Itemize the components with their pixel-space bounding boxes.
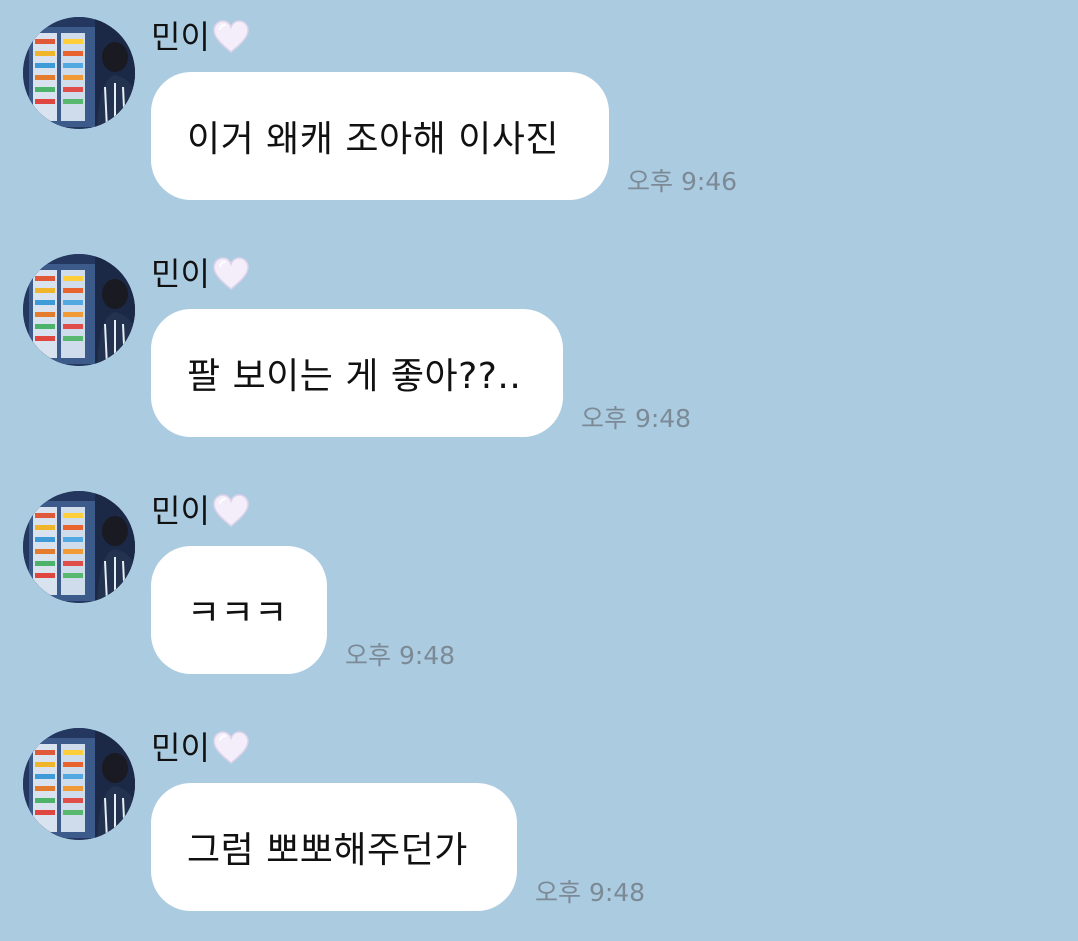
message-text: 이거 왜캐 조아해 이사진	[187, 119, 560, 160]
white-heart-icon	[212, 493, 250, 529]
sender: 민이	[151, 490, 250, 532]
message-row: 민이 ㅋㅋㅋ 오후 9:48	[0, 474, 1078, 704]
avatar-photo	[23, 254, 135, 366]
sender-name: 민이	[151, 492, 210, 530]
avatar[interactable]	[23, 17, 135, 129]
message-bubble[interactable]: 이거 왜캐 조아해 이사진	[151, 72, 609, 200]
avatar[interactable]	[23, 254, 135, 366]
sender: 민이	[151, 253, 250, 295]
avatar-photo	[23, 728, 135, 840]
white-heart-icon	[212, 730, 250, 766]
sender-name: 민이	[151, 255, 210, 293]
message-time: 오후 9:48	[535, 878, 646, 907]
avatar-photo	[23, 491, 135, 603]
chat-area: 민이 이거 왜캐 조아해 이사진 오후 9:46 민이 팔 보이는 게 좋아??…	[0, 0, 1078, 930]
sender-name: 민이	[151, 729, 210, 767]
white-heart-icon	[212, 256, 250, 292]
message-text: 그럼 뽀뽀해주던가	[187, 830, 468, 871]
avatar-photo	[23, 17, 135, 129]
message-bubble[interactable]: 팔 보이는 게 좋아??..	[151, 309, 563, 437]
message-text: ㅋㅋㅋ	[187, 593, 288, 634]
message-time: 오후 9:48	[345, 641, 456, 670]
avatar[interactable]	[23, 728, 135, 840]
message-row: 민이 팔 보이는 게 좋아??.. 오후 9:48	[0, 237, 1078, 467]
sender: 민이	[151, 16, 250, 58]
message-row: 민이 그럼 뽀뽀해주던가 오후 9:48	[0, 711, 1078, 941]
message-bubble[interactable]: 그럼 뽀뽀해주던가	[151, 783, 517, 911]
sender: 민이	[151, 727, 250, 769]
message-row: 민이 이거 왜캐 조아해 이사진 오후 9:46	[0, 0, 1078, 230]
message-time: 오후 9:46	[627, 167, 738, 196]
message-bubble[interactable]: ㅋㅋㅋ	[151, 546, 327, 674]
white-heart-icon	[212, 19, 250, 55]
avatar[interactable]	[23, 491, 135, 603]
message-text: 팔 보이는 게 좋아??..	[187, 356, 522, 397]
sender-name: 민이	[151, 18, 210, 56]
message-time: 오후 9:48	[581, 404, 692, 433]
